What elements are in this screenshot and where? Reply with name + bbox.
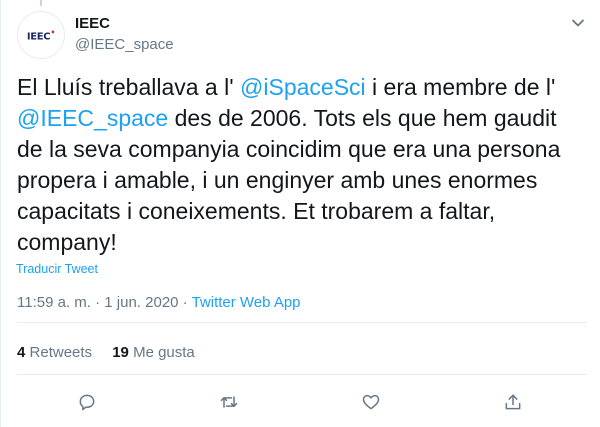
tweet-text-segment: i era membre de l' (365, 74, 556, 100)
thread-line (40, 0, 42, 6)
retweets-stat[interactable]: 4 Retweets (17, 344, 92, 361)
reply-button[interactable] (75, 390, 99, 414)
tweet-text-segment: El Lluís treballava a l' (17, 74, 241, 100)
account-name[interactable]: IEEC (75, 15, 110, 32)
retweet-button[interactable] (217, 390, 241, 414)
account-handle[interactable]: @IEEC_space (75, 36, 174, 53)
likes-stat[interactable]: 19 Me gusta (112, 344, 195, 361)
avatar[interactable]: IEEC• (17, 11, 65, 59)
share-icon (505, 394, 521, 410)
more-options-button[interactable] (567, 12, 589, 34)
divider (17, 322, 587, 323)
share-button[interactable] (501, 390, 525, 414)
divider (17, 374, 587, 375)
meta-separator: · (90, 294, 105, 311)
chevron-down-icon (572, 19, 584, 27)
heart-icon (362, 394, 380, 410)
tweet-source-app[interactable]: Twitter Web App (192, 294, 301, 311)
ieec-logo: IEEC• (26, 27, 56, 43)
translate-tweet-link[interactable]: Traducir Tweet (16, 262, 98, 276)
mention-ispacesci[interactable]: @iSpaceSci (240, 74, 366, 100)
tweet-date[interactable]: 1 jun. 2020 (104, 294, 178, 311)
tweet-time[interactable]: 11:59 a. m. (17, 294, 91, 311)
tweet-card: IEEC• IEEC @IEEC_space El Lluís treballa… (0, 0, 600, 427)
tweet-text: El Lluís treballava a l' @iSpaceSci i er… (17, 72, 587, 258)
tweet-stats: 4 Retweets 19 Me gusta (17, 344, 211, 361)
tweet-meta: 11:59 a. m. · 1 jun. 2020 · Twitter Web … (17, 294, 301, 311)
like-button[interactable] (359, 390, 383, 414)
meta-separator: · (178, 294, 192, 311)
retweet-icon (220, 396, 238, 408)
reply-icon (79, 394, 95, 411)
mention-ieec-space[interactable]: @IEEC_space (17, 105, 168, 131)
